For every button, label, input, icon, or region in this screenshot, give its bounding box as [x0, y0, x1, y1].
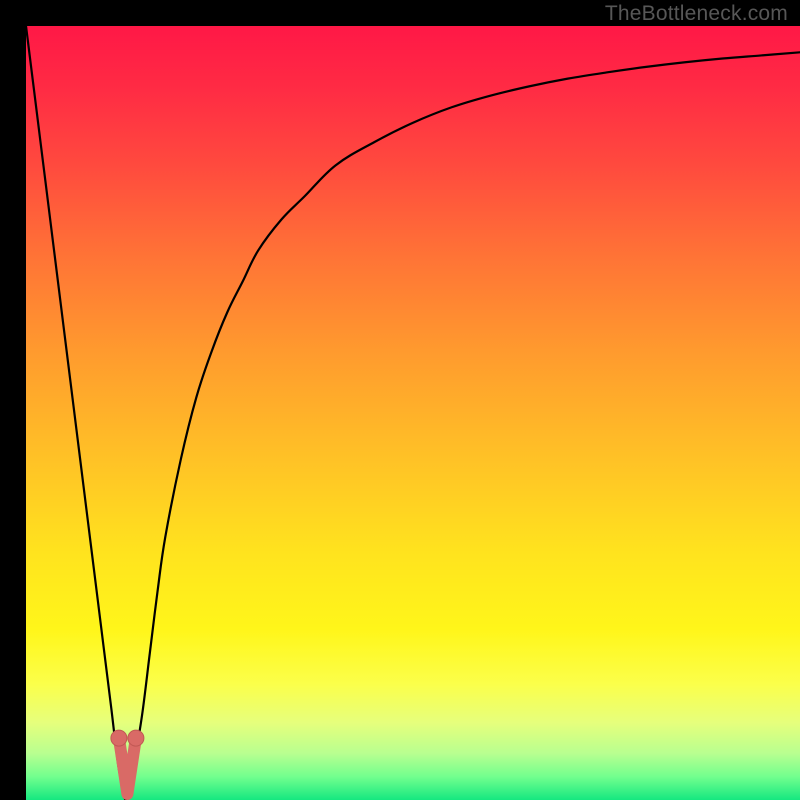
marker-right [128, 730, 144, 746]
curve-layer [26, 26, 800, 800]
bottleneck-curve [26, 26, 800, 800]
watermark-text: TheBottleneck.com [605, 0, 788, 28]
chart-frame [13, 13, 787, 787]
v-marker [119, 738, 136, 794]
plot-area [26, 26, 800, 800]
marker-left [111, 730, 127, 746]
